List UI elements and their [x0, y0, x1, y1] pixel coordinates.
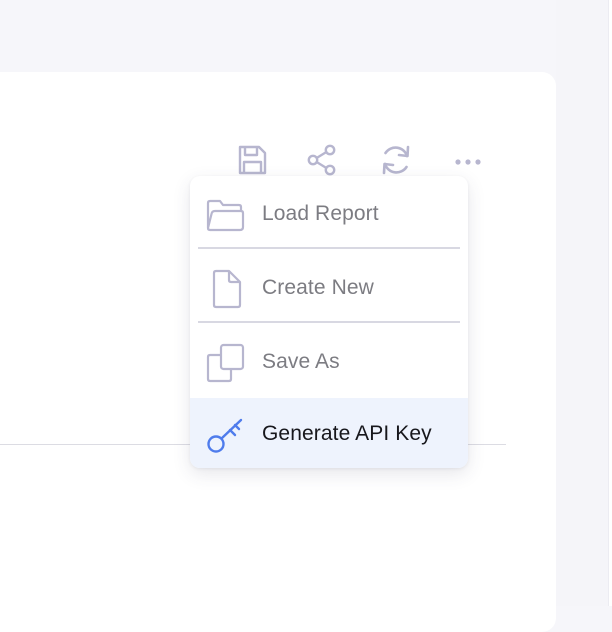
menu-item-load-report[interactable]: Load Report: [190, 178, 468, 250]
options-dropdown-menu: Load Report Create New Save As Generate …: [190, 176, 468, 468]
menu-item-label: Generate API Key: [262, 422, 432, 445]
save-icon: [238, 145, 267, 175]
menu-item-label: Create New: [262, 276, 374, 299]
window-edge: [608, 0, 612, 606]
menu-separator: [198, 247, 460, 249]
menu-item-create-new[interactable]: Create New: [190, 252, 468, 324]
refresh-button[interactable]: [376, 140, 416, 180]
more-options-button[interactable]: [448, 140, 488, 180]
menu-separator: [198, 321, 460, 323]
menu-item-generate-api-key[interactable]: Generate API Key: [190, 398, 468, 468]
share-button[interactable]: [302, 140, 342, 180]
background-strip: [556, 0, 612, 606]
menu-item-save-as[interactable]: Save As: [190, 326, 468, 398]
save-button[interactable]: [232, 140, 272, 180]
more-horizontal-icon: [455, 159, 481, 165]
menu-item-label: Load Report: [262, 202, 379, 225]
menu-item-label: Save As: [262, 350, 340, 373]
share-icon: [307, 144, 336, 176]
file-icon: [204, 269, 248, 309]
key-icon: [204, 415, 248, 455]
refresh-icon: [382, 145, 410, 175]
copy-icon: [204, 343, 248, 383]
folder-icon: [204, 195, 248, 235]
